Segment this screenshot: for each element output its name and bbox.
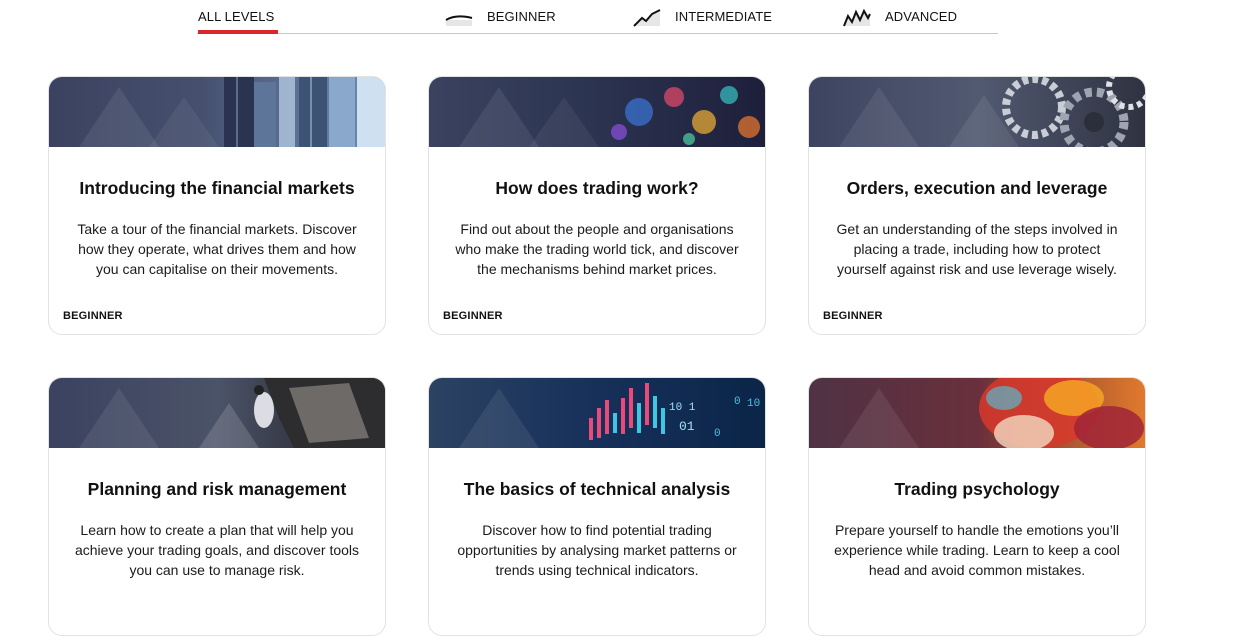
course-level: BEGINNER: [443, 310, 503, 322]
course-title: How does trading work?: [495, 178, 699, 198]
city-skyscrapers-image: [49, 77, 385, 147]
colorful-face-image: [809, 378, 1145, 448]
course-title: The basics of technical analysis: [463, 479, 731, 499]
svg-text:0: 0: [734, 396, 741, 408]
course-level: BEGINNER: [823, 310, 883, 322]
course-description: Take a tour of the financial markets. Di…: [77, 221, 357, 277]
tab-label: INTERMEDIATE: [675, 9, 773, 24]
svg-text:01: 01: [679, 419, 695, 434]
course-description: Learn how to create a plan that will hel…: [74, 522, 360, 578]
advanced-level-icon: [842, 6, 872, 28]
course-description: Prepare yourself to handle the emotions …: [834, 522, 1120, 578]
course-card[interactable]: Introducing the financial markets Take a…: [48, 76, 386, 335]
beginner-level-icon: [444, 6, 474, 28]
svg-text:10: 10: [747, 398, 760, 410]
tab-label: ADVANCED: [885, 9, 958, 24]
course-level: BEGINNER: [63, 310, 123, 322]
course-title: Orders, execution and leverage: [846, 178, 1108, 198]
gears-image: [809, 77, 1145, 147]
course-title: Planning and risk management: [87, 479, 347, 499]
svg-text:10 1: 10 1: [669, 402, 696, 414]
course-description: Get an understanding of the steps involv…: [836, 221, 1118, 277]
tab-advanced[interactable]: ADVANCED: [842, 0, 957, 33]
tab-label: BEGINNER: [487, 9, 556, 24]
tab-all-levels[interactable]: ALL LEVELS: [198, 0, 279, 34]
course-title: Trading psychology: [894, 479, 1060, 499]
course-card[interactable]: How does trading work? Find out about th…: [428, 76, 766, 335]
tab-beginner[interactable]: BEGINNER: [444, 0, 556, 33]
market-screen-lights-image: [429, 77, 765, 147]
course-card[interactable]: Planning and risk management Learn how t…: [48, 377, 386, 636]
course-description: Discover how to find potential trading o…: [457, 522, 737, 578]
climber-image: [49, 378, 385, 448]
course-card[interactable]: Orders, execution and leverage Get an un…: [808, 76, 1146, 335]
course-card[interactable]: Trading psychology Prepare yourself to h…: [808, 377, 1146, 636]
level-filter-tabs: ALL LEVELS BEGINNER INTERMEDIATE ADVANCE…: [197, 0, 998, 34]
tab-intermediate[interactable]: INTERMEDIATE: [632, 0, 772, 33]
intermediate-level-icon: [632, 6, 662, 28]
course-description: Find out about the people and organisati…: [455, 221, 739, 277]
svg-text:0: 0: [714, 428, 721, 440]
course-card[interactable]: 10 1 01 0 10 0 The basics of technical a…: [428, 377, 766, 636]
tab-label: ALL LEVELS: [198, 9, 275, 24]
course-title: Introducing the financial markets: [79, 178, 355, 198]
candlestick-chart-image: 10 1 01 0 10 0: [429, 378, 765, 448]
